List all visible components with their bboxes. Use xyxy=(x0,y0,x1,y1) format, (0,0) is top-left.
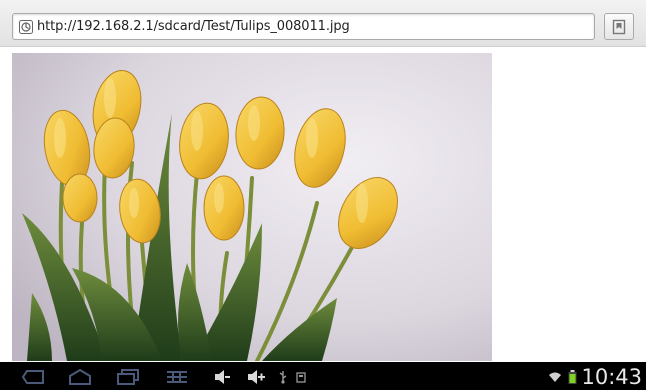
clock: 10:43 xyxy=(581,365,642,389)
bookmark-icon xyxy=(612,19,626,34)
battery-status xyxy=(566,366,578,388)
volume-down-button[interactable] xyxy=(210,366,234,388)
recent-apps-button[interactable] xyxy=(114,366,142,388)
url-field[interactable]: http://192.168.2.1/sdcard/Test/Tulips_00… xyxy=(12,13,595,40)
back-button[interactable] xyxy=(20,366,48,388)
browser-toolbar: http://192.168.2.1/sdcard/Test/Tulips_00… xyxy=(0,0,646,47)
home-button[interactable] xyxy=(66,366,94,388)
wifi-icon xyxy=(549,372,561,382)
notification-icon xyxy=(296,372,306,383)
notification-status xyxy=(294,366,308,388)
volume-down-icon xyxy=(215,370,230,384)
usb-icon xyxy=(279,371,287,384)
battery-icon xyxy=(568,370,576,384)
tulips-image xyxy=(12,53,492,361)
system-navigation-bar: 10:43 xyxy=(0,362,646,390)
menu-grid-icon xyxy=(167,371,187,383)
wifi-status xyxy=(548,366,562,388)
volume-up-icon xyxy=(248,370,265,384)
menu-button[interactable] xyxy=(163,366,191,388)
volume-up-button[interactable] xyxy=(244,366,268,388)
recent-apps-icon xyxy=(117,369,139,385)
url-text: http://192.168.2.1/sdcard/Test/Tulips_00… xyxy=(37,19,350,34)
page-icon xyxy=(19,19,33,34)
home-icon xyxy=(69,368,91,385)
page-content xyxy=(0,47,646,362)
back-icon xyxy=(21,370,44,384)
bookmark-button[interactable] xyxy=(604,13,634,40)
usb-status xyxy=(276,366,290,388)
